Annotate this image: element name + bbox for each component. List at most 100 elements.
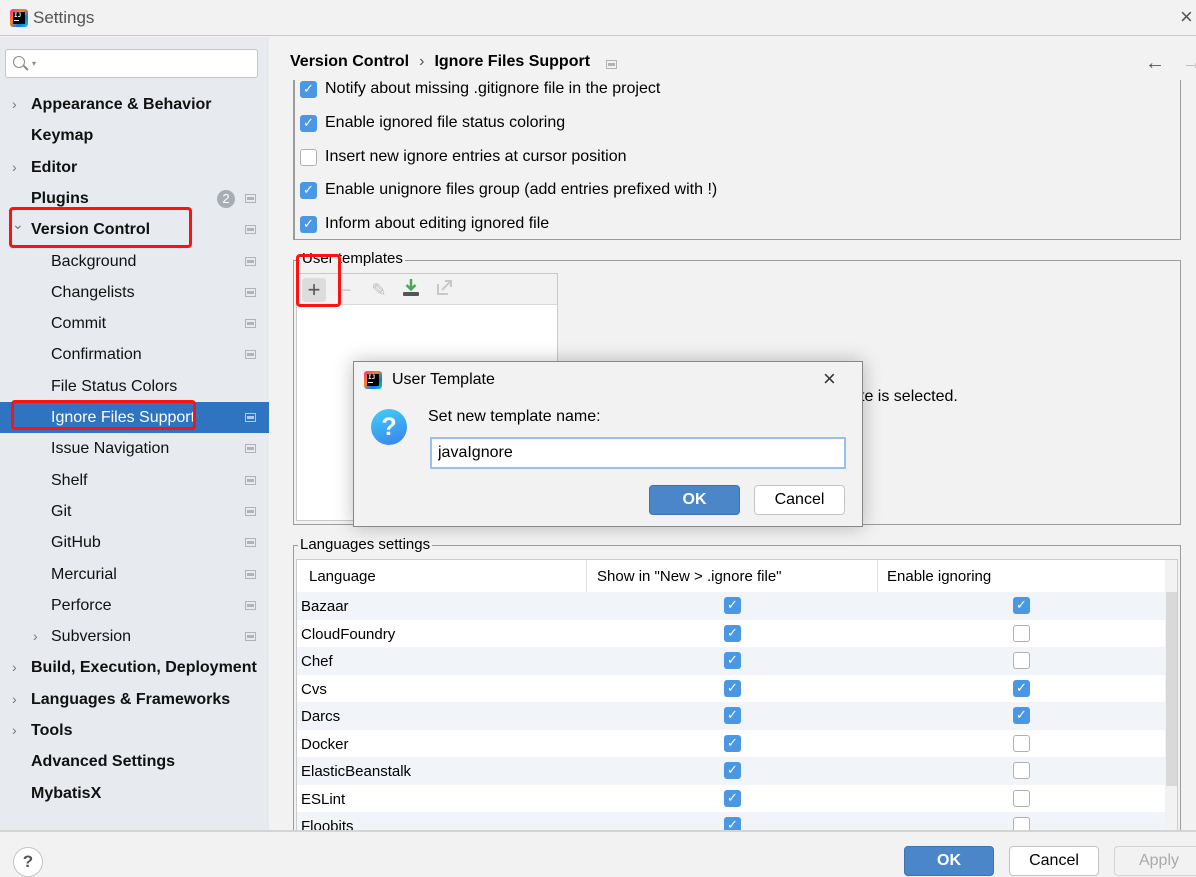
enable-ignoring-checkbox[interactable] (1013, 817, 1030, 830)
chevron-right-icon[interactable]: › (33, 621, 38, 652)
scrollbar-thumb[interactable] (1166, 592, 1177, 786)
show-in-new-checkbox[interactable] (724, 649, 741, 671)
sidebar-item-changelists[interactable]: Changelists (0, 277, 269, 308)
sidebar-item-mercurial[interactable]: Mercurial (0, 559, 269, 590)
language-name: Floobits (301, 818, 354, 831)
chevron-right-icon[interactable]: › (12, 715, 17, 746)
sidebar-item-issue-navigation[interactable]: Issue Navigation (0, 433, 269, 464)
show-in-new-checkbox[interactable] (724, 759, 741, 781)
table-row[interactable]: Bazaar (297, 592, 1165, 620)
title-bar: IJ Settings × (0, 0, 1196, 36)
sidebar-item-perforce[interactable]: Perforce (0, 590, 269, 621)
settings-cancel-button[interactable]: Cancel (1009, 846, 1099, 876)
enable-ignoring-checkbox[interactable] (1013, 734, 1030, 752)
language-name: Docker (301, 735, 349, 753)
language-name: ElasticBeanstalk (301, 763, 412, 780)
sidebar-item-keymap[interactable]: Keymap (0, 120, 269, 151)
show-in-new-checkbox[interactable] (724, 704, 741, 726)
chevron-right-icon[interactable]: › (12, 652, 17, 683)
export-icon (437, 280, 452, 295)
edit-template-button[interactable]: ✎ (367, 278, 391, 302)
checkbox-checked[interactable] (300, 112, 317, 134)
enable-ignoring-checkbox[interactable] (1013, 762, 1030, 779)
breadcrumb-parent[interactable]: Version Control (290, 53, 409, 71)
add-template-button[interactable]: + (302, 278, 326, 302)
dialog-close-icon[interactable]: × (823, 366, 836, 392)
breadcrumb: Version Control › Ignore Files Support (290, 53, 590, 71)
table-row[interactable]: Chef (297, 647, 1165, 675)
checkbox-checked[interactable] (300, 78, 317, 100)
sidebar-item-label: Tools (31, 722, 73, 739)
show-in-new-checkbox[interactable] (724, 622, 741, 644)
sidebar-item-file-status-colors[interactable]: File Status Colors (0, 371, 269, 402)
sidebar-item-build-execution-deployment[interactable]: › Build, Execution, Deployment (0, 652, 269, 683)
remove-template-button[interactable]: − (334, 278, 358, 302)
sidebar-item-label: Editor (31, 158, 78, 176)
table-row[interactable]: Floobits (297, 812, 1165, 831)
template-name-input[interactable] (430, 437, 846, 469)
sidebar-item-ignore-files-support[interactable]: Ignore Files Support (0, 402, 269, 433)
project-level-icon (245, 444, 256, 454)
chevron-down-icon[interactable]: ⌄ (12, 209, 24, 240)
settings-apply-button[interactable]: Apply (1114, 846, 1196, 876)
enable-ignoring-checkbox[interactable] (1013, 594, 1030, 616)
checkbox-checked[interactable] (300, 213, 317, 235)
sidebar-item-editor[interactable]: › Editor (0, 152, 269, 183)
show-in-new-checkbox[interactable] (724, 787, 741, 809)
column-header-show-in-new[interactable]: Show in "New > .ignore file" (587, 560, 878, 592)
sidebar-item-shelf[interactable]: Shelf (0, 465, 269, 496)
table-row[interactable]: Darcs (297, 702, 1165, 730)
sidebar-item-label: Ignore Files Support (51, 409, 196, 426)
export-template-button[interactable] (433, 278, 457, 302)
sidebar-item-languages-frameworks[interactable]: › Languages & Frameworks (0, 684, 269, 715)
project-level-icon (245, 569, 256, 579)
chevron-right-icon[interactable]: › (12, 89, 17, 120)
enable-ignoring-checkbox[interactable] (1013, 677, 1030, 699)
sidebar-item-confirmation[interactable]: Confirmation (0, 339, 269, 370)
settings-search-input[interactable] (40, 53, 250, 75)
sidebar-item-mybatisx[interactable]: MybatisX (0, 778, 269, 809)
table-row[interactable]: CloudFoundry (297, 620, 1165, 648)
chevron-right-icon[interactable]: › (12, 684, 17, 715)
chevron-right-icon[interactable]: › (12, 152, 17, 183)
dialog-cancel-button[interactable]: Cancel (754, 485, 845, 515)
table-row[interactable]: Docker (297, 730, 1165, 758)
show-in-new-checkbox[interactable] (724, 732, 741, 754)
checkbox-unchecked[interactable] (300, 149, 317, 166)
window-close-icon[interactable]: × (1180, 4, 1193, 30)
back-arrow-icon[interactable]: ← (1145, 52, 1165, 75)
checkbox-checked[interactable] (300, 179, 317, 201)
option-label: Notify about missing .gitignore file in … (325, 80, 661, 97)
show-in-new-checkbox[interactable] (724, 814, 741, 830)
sidebar-item-commit[interactable]: Commit (0, 308, 269, 339)
sidebar-item-github[interactable]: GitHub (0, 527, 269, 558)
show-in-new-checkbox[interactable] (724, 594, 741, 616)
settings-search-field[interactable]: ▾ (5, 49, 258, 78)
table-row[interactable]: ESLint (297, 785, 1165, 813)
column-header-language[interactable]: Language (297, 560, 587, 592)
enable-ignoring-checkbox[interactable] (1013, 789, 1030, 807)
column-header-enable-ignoring[interactable]: Enable ignoring (878, 560, 1165, 592)
import-template-button[interactable] (399, 278, 423, 302)
table-row[interactable]: Cvs (297, 675, 1165, 703)
show-in-new-checkbox[interactable] (724, 677, 741, 699)
forward-arrow-icon[interactable]: → (1182, 52, 1196, 75)
dialog-ok-button[interactable]: OK (649, 485, 740, 515)
enable-ignoring-checkbox[interactable] (1013, 704, 1030, 726)
sidebar-item-tools[interactable]: › Tools (0, 715, 269, 746)
sidebar-item-plugins[interactable]: Plugins 2 (0, 183, 269, 214)
sidebar-item-background[interactable]: Background (0, 246, 269, 277)
enable-ignoring-checkbox[interactable] (1013, 624, 1030, 642)
sidebar-item-advanced-settings[interactable]: Advanced Settings (0, 746, 269, 777)
sidebar-item-appearance-behavior[interactable]: › Appearance & Behavior (0, 89, 269, 120)
enable-ignoring-checkbox[interactable] (1013, 652, 1030, 669)
sidebar-item-label: GitHub (51, 534, 101, 552)
help-button[interactable]: ? (13, 847, 43, 877)
search-dropdown-caret-icon[interactable]: ▾ (32, 59, 36, 68)
settings-ok-button[interactable]: OK (904, 846, 994, 876)
sidebar-item-git[interactable]: Git (0, 496, 269, 527)
table-row[interactable]: ElasticBeanstalk (297, 757, 1165, 785)
languages-table-scrollbar[interactable] (1165, 560, 1177, 830)
sidebar-item-version-control[interactable]: ⌄ Version Control (0, 214, 269, 245)
sidebar-item-subversion[interactable]: › Subversion (0, 621, 269, 652)
